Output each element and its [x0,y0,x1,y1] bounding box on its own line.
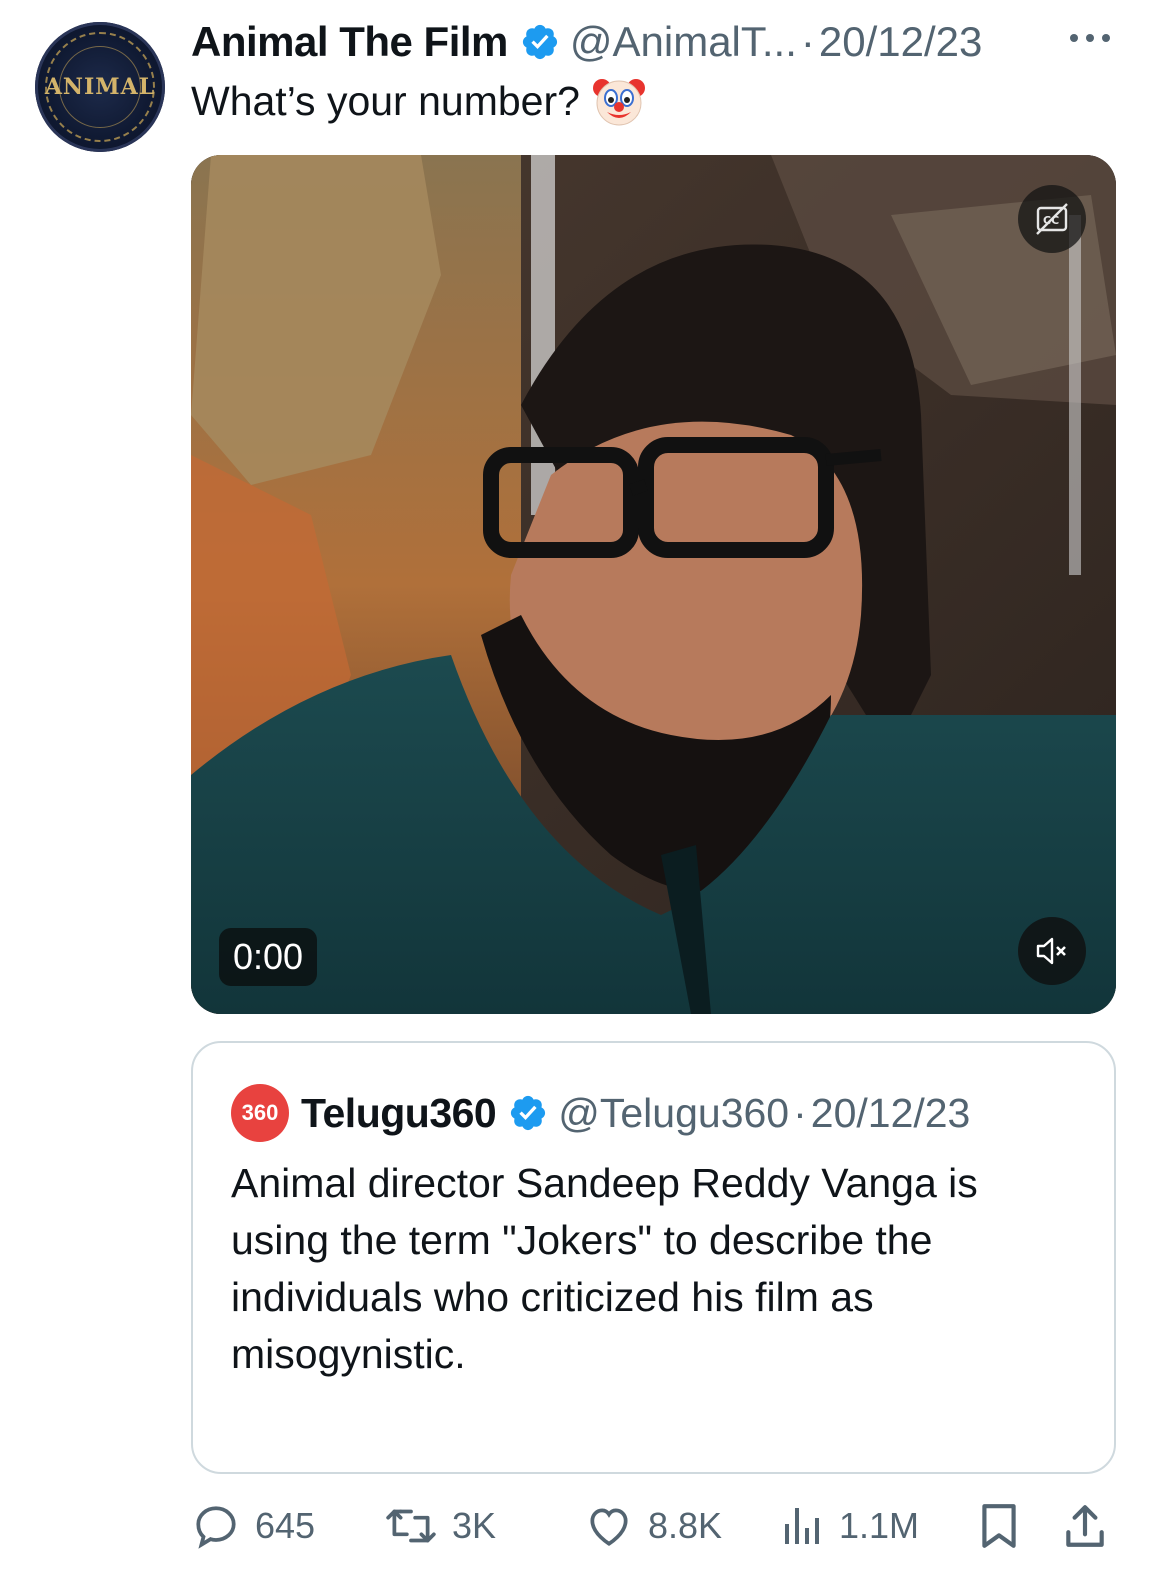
video-player[interactable]: CC 0:00 [191,155,1116,1014]
quoted-header-separator: · [793,1089,807,1136]
header-separator: · [800,18,815,65]
verified-badge-icon [522,24,557,60]
like-count: 8.8K [648,1505,723,1546]
author-handle[interactable]: @AnimalT... [570,18,797,66]
quoted-tweet-date[interactable]: 20/12/23 [811,1090,971,1137]
quoted-tweet-header: 360 Telugu360 @Telugu360 · 20/12/23 [231,1083,970,1143]
quoted-verified-badge-icon [511,1095,546,1131]
volume-muted-icon [1036,937,1066,965]
heart-icon [590,1508,628,1546]
quoted-author-avatar[interactable]: 360 [231,1084,289,1142]
captions-button[interactable]: CC [1018,185,1086,253]
captions-off-icon: CC [1036,203,1068,235]
reply-button[interactable]: 645 [191,1498,315,1554]
like-button[interactable]: 8.8K [584,1498,722,1554]
clown-face-icon [592,79,645,126]
views-button[interactable]: 1.1M [781,1498,919,1554]
author-name[interactable]: Animal The Film [191,18,508,66]
quoted-author-name[interactable]: Telugu360 [301,1090,497,1137]
tweet-text: What’s your number? [191,77,580,124]
video-frame [191,155,1116,1014]
action-bar: 645 3K 8.8K 1.1M [191,1498,1116,1554]
tweet-date[interactable]: 20/12/23 [819,18,983,66]
reply-icon [196,1506,236,1549]
tweet-text-row: What’s your number? [191,74,646,128]
view-count: 1.1M [839,1505,920,1546]
tweet-header: Animal The Film @AnimalT... · 20/12/23 [191,14,982,70]
video-timestamp: 0:00 [219,928,318,986]
more-options-icon[interactable] [1068,26,1112,50]
share-icon [1066,1505,1104,1547]
avatar-logo-text: ANIMAL [44,74,156,100]
author-avatar[interactable]: ANIMAL [35,22,165,152]
quoted-tweet[interactable]: 360 Telugu360 @Telugu360 · 20/12/23 Anim… [191,1041,1116,1474]
bookmark-button[interactable] [976,1498,1036,1554]
quoted-author-handle[interactable]: @Telugu360 [558,1090,789,1137]
repost-button[interactable]: 3K [384,1498,496,1554]
share-button[interactable] [1062,1498,1122,1554]
views-bar-chart-icon [785,1508,819,1544]
reply-count: 645 [255,1505,316,1546]
repost-icon [386,1509,436,1543]
mute-button[interactable] [1018,917,1086,985]
bookmark-icon [982,1504,1016,1548]
quoted-tweet-text: Animal director Sandeep Reddy Vanga is u… [231,1160,978,1377]
repost-count: 3K [452,1505,497,1546]
